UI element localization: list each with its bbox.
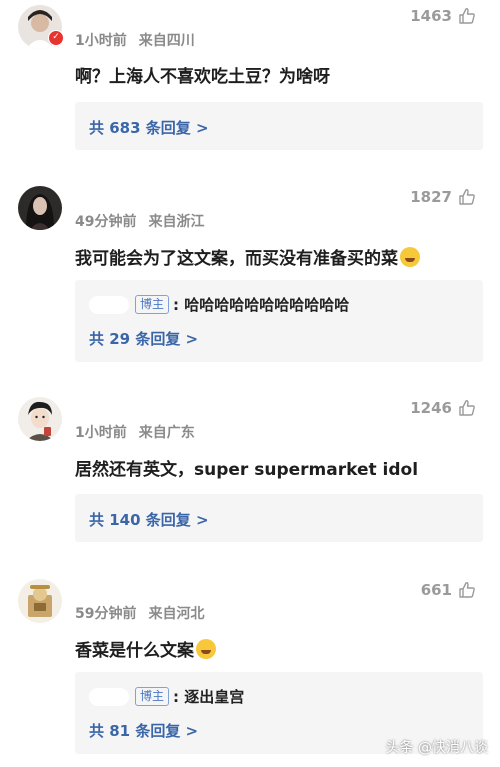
author-badge: 博主	[135, 687, 170, 706]
like-button[interactable]: 1246	[410, 397, 476, 419]
reply-author-name[interactable]	[89, 295, 129, 314]
laughing-emoji-icon	[196, 638, 216, 659]
like-count: 1463	[410, 7, 452, 25]
comment-item: ✓ 1463 1小时前 来自四川 啊？上海人不喜欢吃土豆？为啥呀 共 683 条回…	[0, 0, 500, 165]
thumbs-up-icon	[459, 189, 475, 205]
comment-meta: 49分钟前 来自浙江	[75, 211, 204, 231]
comment-item: 1246 1小时前 来自广东 居然还有英文，super supermarket i…	[0, 392, 500, 562]
comment-location: 来自广东	[138, 425, 195, 441]
comment-text: 居然还有英文，super supermarket idol	[75, 455, 418, 480]
author-badge: 博主	[135, 295, 170, 314]
reply-box: 共 140 条回复 >	[75, 494, 483, 542]
comment-time: 59分钟前	[75, 606, 137, 622]
verified-badge-icon: ✓	[48, 30, 64, 46]
comment-text-content: 啊？上海人不喜欢吃土豆？为啥呀	[75, 67, 330, 87]
reply-preview: 博主 : 哈哈哈哈哈哈哈哈哈哈哈	[89, 294, 349, 315]
view-replies-link[interactable]: 共 683 条回复 >	[89, 117, 209, 138]
view-replies-link[interactable]: 共 81 条回复 >	[89, 720, 198, 741]
comment-time: 49分钟前	[75, 214, 137, 230]
comment-time: 1小时前	[75, 33, 127, 49]
comment-text-content: 香菜是什么文案	[75, 641, 194, 661]
avatar[interactable]	[18, 186, 62, 230]
reply-preview-text: : 逐出皇宫	[173, 688, 245, 706]
view-replies-link[interactable]: 共 29 条回复 >	[89, 328, 198, 349]
comment-meta: 1小时前 来自广东	[75, 422, 195, 442]
reply-box: 博主 : 哈哈哈哈哈哈哈哈哈哈哈 共 29 条回复 >	[75, 280, 483, 362]
laughing-emoji-icon	[400, 246, 420, 267]
like-button[interactable]: 661	[421, 579, 476, 601]
watermark: 头条 @快消八谈	[385, 740, 488, 756]
thumbs-up-icon	[459, 582, 475, 598]
like-count: 661	[420, 581, 452, 599]
reply-preview-text: : 哈哈哈哈哈哈哈哈哈哈哈	[173, 296, 350, 314]
reply-author-name[interactable]	[89, 687, 129, 706]
comment-text-content: 居然还有英文，super supermarket idol	[75, 460, 419, 480]
comment-text: 我可能会为了这文案，而买没有准备买的菜	[75, 244, 420, 269]
comment-text: 啊？上海人不喜欢吃土豆？为啥呀	[75, 62, 330, 87]
like-count: 1246	[410, 399, 452, 417]
comment-item: 1827 49分钟前 来自浙江 我可能会为了这文案，而买没有准备买的菜 博主 : …	[0, 180, 500, 370]
comment-time: 1小时前	[75, 425, 127, 441]
like-button[interactable]: 1827	[410, 186, 476, 208]
comment-text: 香菜是什么文案	[75, 636, 216, 661]
avatar[interactable]	[18, 579, 62, 623]
comment-location: 来自四川	[138, 33, 195, 49]
comment-text-content: 我可能会为了这文案，而买没有准备买的菜	[75, 249, 398, 269]
comment-location: 来自河北	[148, 606, 205, 622]
like-button[interactable]: 1463	[410, 5, 476, 27]
view-replies-link[interactable]: 共 140 条回复 >	[89, 509, 209, 530]
thumbs-up-icon	[459, 8, 475, 24]
reply-preview: 博主 : 逐出皇宫	[89, 686, 244, 707]
thumbs-up-icon	[459, 400, 475, 416]
comment-location: 来自浙江	[148, 214, 205, 230]
avatar[interactable]	[18, 397, 62, 441]
reply-box: 共 683 条回复 >	[75, 102, 483, 150]
comment-meta: 1小时前 来自四川	[75, 30, 195, 50]
comment-meta: 59分钟前 来自河北	[75, 603, 204, 623]
like-count: 1827	[410, 188, 452, 206]
